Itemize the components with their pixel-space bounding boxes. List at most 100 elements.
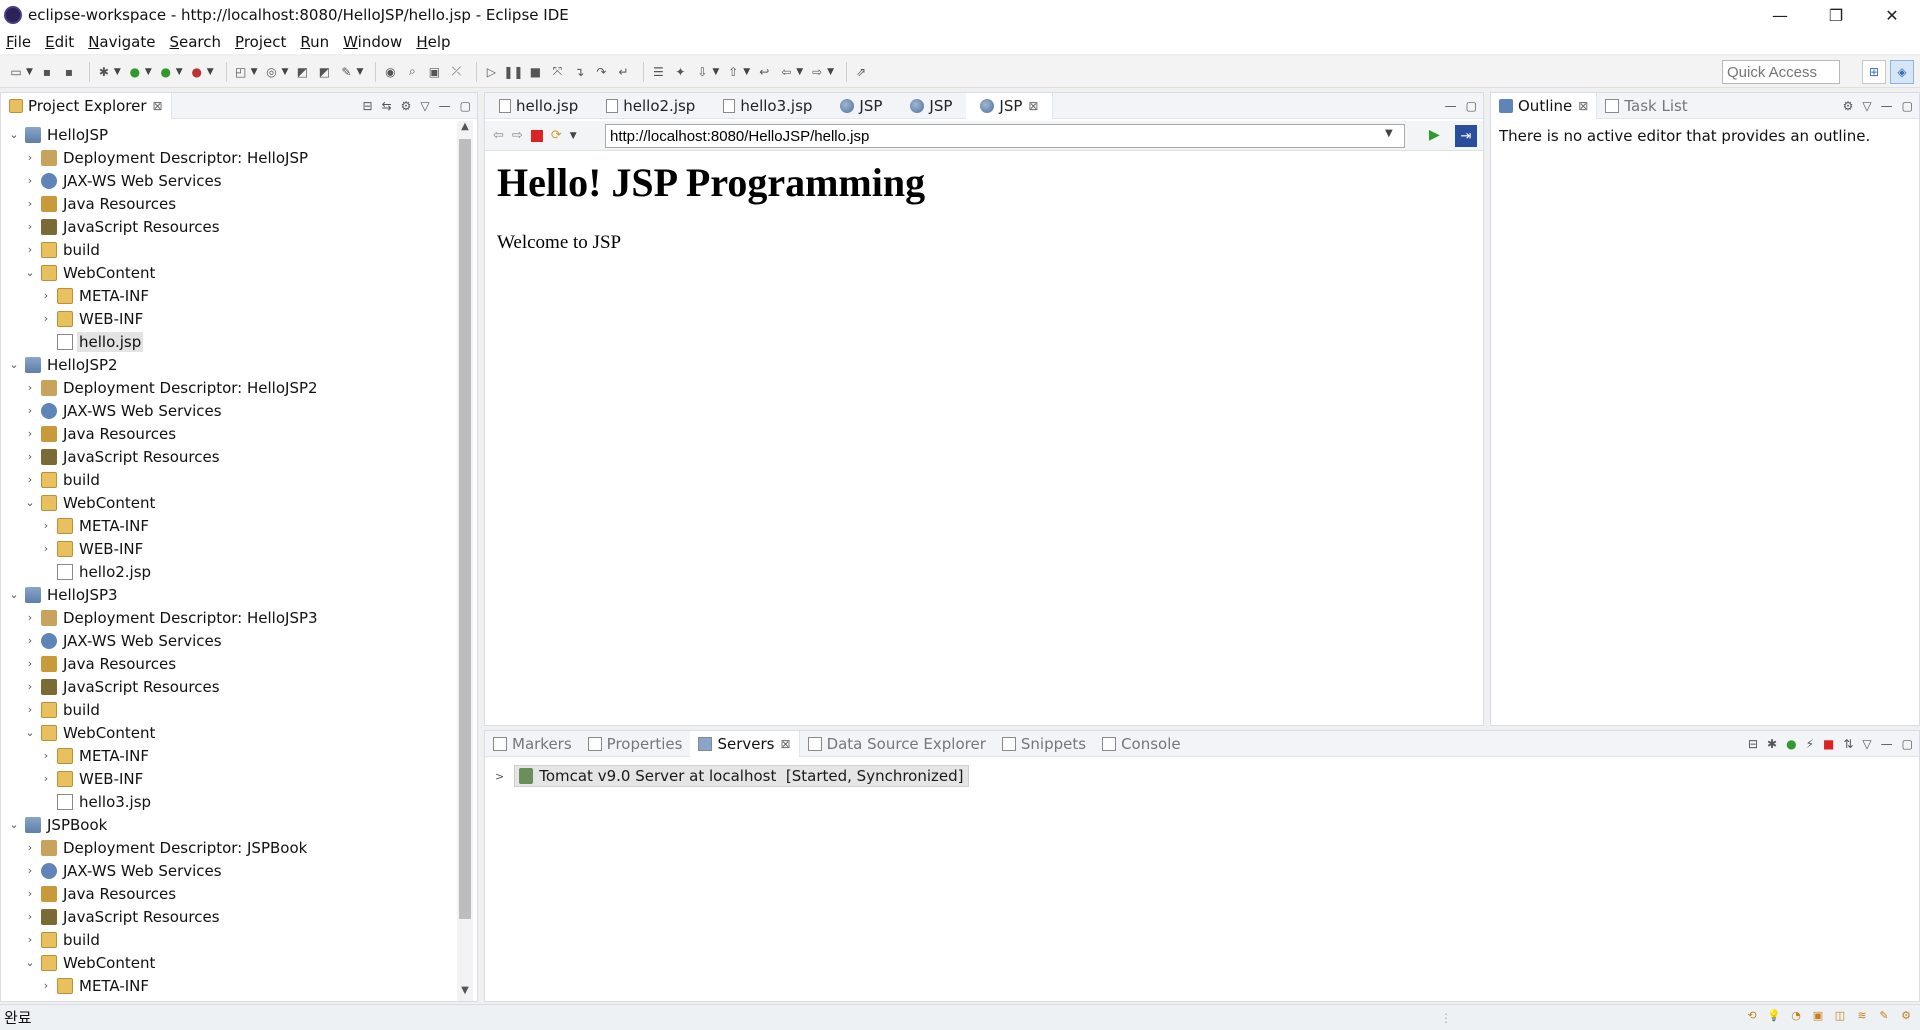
- collapse-icon[interactable]: ⌄: [7, 588, 21, 601]
- expand-icon[interactable]: ›: [23, 910, 37, 923]
- close-tab-icon[interactable]: ⊠: [153, 99, 163, 113]
- tree-item[interactable]: › META-INF: [1, 974, 457, 997]
- editor-tab[interactable]: hello.jsp: [485, 93, 592, 119]
- minimize-view-icon[interactable]: —: [439, 99, 451, 113]
- expand-icon[interactable]: ›: [23, 197, 37, 210]
- expand-icon[interactable]: ›: [39, 312, 53, 325]
- tree-item[interactable]: ⌄ HelloJSP2: [1, 353, 457, 376]
- tab-task-list[interactable]: Task List: [1597, 93, 1695, 119]
- marketplace-icon[interactable]: ◫: [1832, 1009, 1848, 1025]
- tree-scrollbar[interactable]: ▲ ▼: [457, 121, 473, 1001]
- expand-icon[interactable]: ›: [23, 611, 37, 624]
- scroll-up-icon[interactable]: ▲: [457, 121, 473, 137]
- tree-item[interactable]: › META-INF: [1, 284, 457, 307]
- tree-item[interactable]: › WEB-INF: [1, 537, 457, 560]
- suspend-icon[interactable]: ❚❚: [503, 64, 523, 80]
- tree-item[interactable]: › JavaScript Resources: [1, 675, 457, 698]
- expand-icon[interactable]: ›: [23, 220, 37, 233]
- tab-outline[interactable]: Outline ⊠: [1491, 92, 1598, 119]
- minimize-view-icon[interactable]: —: [1445, 99, 1457, 113]
- go-icon[interactable]: ▶: [1429, 127, 1440, 143]
- terminate-icon[interactable]: ■: [527, 64, 543, 80]
- coverage-icon[interactable]: ●: [158, 64, 174, 80]
- expand-icon[interactable]: ›: [23, 634, 37, 647]
- console-icon[interactable]: ▣: [426, 64, 442, 80]
- open-in-external-browser-icon[interactable]: ⇥: [1455, 125, 1477, 147]
- editor-tab[interactable]: hello3.jsp: [709, 93, 826, 119]
- step-over-icon[interactable]: ↷: [593, 64, 609, 80]
- tree-item[interactable]: › JAX-WS Web Services: [1, 399, 457, 422]
- collapse-icon[interactable]: ⌄: [23, 956, 37, 969]
- expand-icon[interactable]: ›: [23, 243, 37, 256]
- run-dropdown-icon[interactable]: ▼: [145, 67, 152, 77]
- menu-window[interactable]: Window: [343, 33, 402, 51]
- tree-item[interactable]: › META-INF: [1, 514, 457, 537]
- tab-properties[interactable]: Properties: [580, 731, 691, 757]
- collapse-all-icon[interactable]: ⊟: [363, 99, 373, 113]
- tab-data-source-explorer[interactable]: Data Source Explorer: [800, 731, 994, 757]
- tree-item[interactable]: › JavaScript Resources: [1, 905, 457, 928]
- new-server-dropdown-icon[interactable]: ▼: [251, 67, 258, 77]
- debug-icon[interactable]: ✱: [96, 64, 112, 80]
- tree-item[interactable]: › Java Resources: [1, 882, 457, 905]
- tree-item[interactable]: › JavaScript Resources: [1, 215, 457, 238]
- new-server-icon[interactable]: ◰: [233, 64, 249, 80]
- expand-icon[interactable]: ›: [39, 772, 53, 785]
- tree-item[interactable]: ⌄ WebContent: [1, 261, 457, 284]
- view-menu-icon[interactable]: ▽: [1862, 737, 1871, 751]
- tree-item[interactable]: › Deployment Descriptor: JSPBook: [1, 836, 457, 859]
- tree-item[interactable]: › Deployment Descriptor: HelloJSP2: [1, 376, 457, 399]
- maximize-view-icon[interactable]: ▢: [1466, 99, 1477, 113]
- menu-search[interactable]: Search: [169, 33, 221, 51]
- open-external-icon[interactable]: ⇗: [853, 64, 869, 80]
- settings-icon[interactable]: ⚙: [1898, 1009, 1914, 1025]
- expand-icon[interactable]: ›: [39, 542, 53, 555]
- tree-item[interactable]: hello3.jsp: [1, 790, 457, 813]
- tree-item[interactable]: hello.jsp: [1, 330, 457, 353]
- next-annotation-dropdown-icon[interactable]: ▼: [712, 67, 719, 77]
- back-icon[interactable]: ⇦: [778, 64, 794, 80]
- tree-item[interactable]: › build: [1, 928, 457, 951]
- publish-icon[interactable]: ⇅: [1843, 737, 1853, 751]
- collapse-icon[interactable]: ⌄: [23, 496, 37, 509]
- collapse-icon[interactable]: ⌄: [7, 818, 21, 831]
- editor-tab[interactable]: JSP: [826, 93, 896, 119]
- menu-help[interactable]: Help: [416, 33, 450, 51]
- tree-item[interactable]: ⌄ WebContent: [1, 491, 457, 514]
- expand-icon[interactable]: ›: [23, 404, 37, 417]
- disconnect-icon[interactable]: ⤧: [549, 64, 565, 80]
- forward-dropdown-icon[interactable]: ▼: [827, 67, 834, 77]
- previous-annotation-icon[interactable]: ⇧: [725, 64, 741, 80]
- expand-icon[interactable]: ›: [39, 749, 53, 762]
- tab-markers[interactable]: Markers: [485, 731, 580, 757]
- next-annotation-icon[interactable]: ⇩: [694, 64, 710, 80]
- close-tab-icon[interactable]: ⊠: [1578, 99, 1588, 113]
- expand-icon[interactable]: ›: [23, 427, 37, 440]
- toggle-mark-icon[interactable]: ☰: [650, 64, 666, 80]
- menu-file[interactable]: File: [6, 33, 31, 51]
- filter-icon[interactable]: ⚙: [401, 99, 412, 113]
- scroll-down-icon[interactable]: ▼: [457, 985, 473, 1001]
- skip-breakpoints-icon[interactable]: ⤫: [448, 64, 464, 80]
- new-class-dropdown-icon[interactable]: ▼: [282, 67, 289, 77]
- tree-item[interactable]: › build: [1, 698, 457, 721]
- menu-run[interactable]: Run: [300, 33, 329, 51]
- open-folder-icon[interactable]: ◩: [316, 64, 332, 80]
- maximize-view-icon[interactable]: ▢: [1902, 99, 1913, 113]
- tree-item[interactable]: ⌄ WebContent: [1, 721, 457, 744]
- scrollbar-thumb[interactable]: [459, 139, 471, 919]
- editor-tab[interactable]: JSP: [896, 93, 966, 119]
- search-icon[interactable]: ⌕: [404, 64, 420, 80]
- menu-project[interactable]: Project: [235, 33, 286, 51]
- back-dropdown-icon[interactable]: ▼: [796, 67, 803, 77]
- url-input[interactable]: [605, 124, 1405, 148]
- debug-dropdown-icon[interactable]: ▼: [114, 67, 121, 77]
- server-entry[interactable]: Tomcat v9.0 Server at localhost [Started…: [514, 765, 969, 787]
- menu-navigate[interactable]: Navigate: [88, 33, 155, 51]
- editor-tab[interactable]: hello2.jsp: [592, 93, 709, 119]
- browser-forward-icon[interactable]: ⇨: [512, 128, 523, 143]
- expand-icon[interactable]: ›: [23, 657, 37, 670]
- tab-servers[interactable]: Servers ⊠: [690, 730, 800, 757]
- web-browser-icon[interactable]: ◉: [382, 64, 398, 80]
- expand-icon[interactable]: ›: [39, 289, 53, 302]
